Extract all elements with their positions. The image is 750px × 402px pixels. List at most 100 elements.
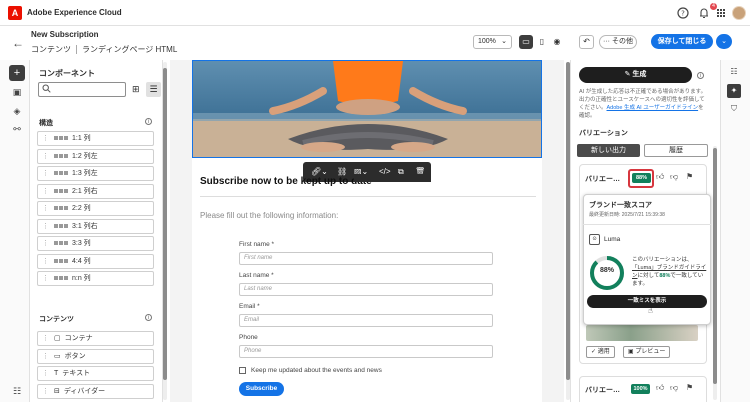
svg-text:?: ? (681, 10, 685, 18)
content-item[interactable]: ⋮ ▢ コンテナ (37, 331, 154, 346)
drag-handle-icon[interactable]: ⋮ (42, 170, 49, 177)
layers-icon[interactable]: ◈ (9, 103, 25, 119)
thumbs-up-icon[interactable]: 👍︎ (656, 172, 664, 182)
structure-item[interactable]: ⋮ n:n 列 (37, 271, 154, 286)
breadcrumb-content[interactable]: コンテンツ (31, 45, 71, 54)
preview-eye-icon[interactable]: ◉ (550, 35, 564, 49)
breadcrumb-landing-page[interactable]: ランディングページ HTML (82, 45, 177, 54)
structure-item[interactable]: ⋮ 3:3 列 (37, 236, 154, 251)
newsletter-checkbox[interactable] (239, 367, 246, 374)
hand-cursor-icon: ☝︎ (648, 306, 653, 315)
flag-icon[interactable]: ⚑ (686, 172, 693, 181)
save-and-close-button[interactable]: 保存して閉じる (651, 34, 713, 49)
tab-history[interactable]: 履歴 (644, 144, 708, 157)
tab-new-output[interactable]: 新しい出力 (577, 144, 640, 157)
drag-handle-icon[interactable]: ⋮ (42, 275, 49, 282)
mobile-view-button[interactable]: ▯ (535, 35, 549, 49)
settings-sliders-icon[interactable]: ☷ (9, 383, 25, 399)
content-item-label: コンテナ (64, 335, 93, 342)
unlink-icon[interactable]: ⛓ (337, 167, 347, 176)
zoom-select[interactable]: 100% ⌄ (473, 35, 512, 49)
drag-handle-icon[interactable]: ⋮ (42, 135, 49, 142)
column-layout-icon (54, 223, 69, 228)
form-input[interactable]: Last name (239, 283, 493, 296)
content-item[interactable]: ⋮ T テキスト (37, 366, 154, 381)
thumbs-up-icon[interactable]: 👍︎ (656, 383, 664, 393)
structure-item[interactable]: ⋮ 2:2 列 (37, 201, 154, 216)
drag-handle-icon[interactable]: ⋮ (42, 388, 49, 395)
structure-item-label: 2:2 列 (72, 205, 91, 212)
grid-view-icon[interactable]: ⊞ (132, 84, 140, 95)
save-options-chevron-icon[interactable]: ⌄ (716, 34, 732, 49)
drag-handle-icon[interactable]: ⋮ (42, 258, 49, 265)
app-grid-icon[interactable] (714, 6, 728, 20)
structure-item[interactable]: ⋮ 1:2 列左 (37, 148, 154, 164)
apply-button[interactable]: ✓ 適用 (586, 346, 615, 358)
info-icon[interactable]: i (145, 314, 152, 321)
brand-shield-icon[interactable]: ⛉ (727, 102, 741, 116)
column-layout-icon (54, 171, 69, 176)
structure-item[interactable]: ⋮ 4:4 列 (37, 253, 154, 269)
column-layout-icon (54, 258, 69, 263)
structure-item[interactable]: ⋮ 3:1 列右 (37, 218, 154, 234)
structure-item[interactable]: ⋮ 2:1 列右 (37, 183, 154, 199)
drag-handle-icon[interactable]: ⋮ (42, 335, 49, 342)
drag-handle-icon[interactable]: ⋮ (42, 240, 49, 247)
right-scrollbar-thumb[interactable] (713, 148, 717, 384)
variation-preview-image[interactable] (586, 325, 698, 341)
info-icon[interactable]: i (145, 118, 152, 125)
app-title[interactable]: Adobe Experience Cloud (27, 8, 122, 17)
user-avatar[interactable] (732, 6, 746, 20)
drag-handle-icon[interactable]: ⋮ (42, 153, 49, 160)
left-scrollbar-thumb[interactable] (163, 68, 167, 380)
drag-handle-icon[interactable]: ⋮ (42, 205, 49, 212)
content-item-label: ディバイダー (63, 387, 106, 395)
form-input[interactable]: First name (239, 252, 493, 265)
score-ring-label: 88% (599, 267, 614, 274)
brand-score-badge[interactable]: 100% (631, 384, 650, 394)
score-description: このバリエーションは、「Luma」ブランドガイドラインに対して88%で一致してい… (632, 257, 707, 287)
drag-handle-icon[interactable]: ⋮ (42, 353, 49, 360)
guidelines-link[interactable]: Adobe 生成 AI ユーザーガイドライン (607, 105, 699, 111)
form-input[interactable]: Email (239, 314, 493, 327)
structure-item[interactable]: ⋮ 1:3 列左 (37, 166, 154, 181)
link-icon[interactable]: ⚯ (9, 121, 25, 137)
flag-icon[interactable]: ⚑ (686, 383, 693, 392)
ai-assistant-icon[interactable]: ✦ (727, 84, 741, 98)
arrow-left-icon[interactable]: ← (12, 36, 24, 50)
properties-icon[interactable]: ☷ (727, 65, 741, 79)
drag-handle-icon[interactable]: ⋮ (42, 223, 49, 230)
more-button[interactable]: ··· その他 (599, 35, 637, 49)
thumbs-down-icon[interactable]: 👎︎ (670, 172, 678, 182)
brand-score-badge[interactable]: 88% (632, 173, 651, 183)
form-input[interactable]: Phone (239, 345, 493, 358)
text-icon: T (54, 370, 59, 377)
drag-handle-icon[interactable]: ⋮ (42, 370, 49, 377)
assets-icon[interactable]: ▣ (9, 84, 25, 100)
hero-image[interactable] (192, 60, 542, 158)
link-icon[interactable]: 🔗︎⌄ (311, 167, 328, 176)
ai-disclaimer: AI が生成した応答は不正確である場合があります。出力の正確性とユースケースへの… (579, 89, 707, 119)
info-icon[interactable]: i (697, 72, 704, 79)
email-heading[interactable]: Subscribe now to be kept up to date (200, 176, 372, 187)
desktop-view-button[interactable]: ▭ (519, 35, 533, 49)
thumbs-down-icon[interactable]: 👎︎ (670, 383, 678, 393)
subscribe-button[interactable]: Subscribe (239, 382, 284, 396)
generate-button[interactable]: ✎ 生成 (579, 67, 692, 83)
show-mismatch-button[interactable]: 一致ミスを表示 (587, 295, 707, 308)
add-icon[interactable]: + (9, 65, 25, 81)
search-input[interactable] (38, 82, 126, 97)
adobe-logo-icon[interactable]: A (8, 6, 22, 20)
bell-icon[interactable] (697, 6, 711, 20)
form-intro-text[interactable]: Please fill out the following informatio… (200, 211, 338, 220)
list-view-icon[interactable]: ☰ (146, 82, 161, 97)
preview-button[interactable]: ▣ プレビュー (623, 346, 671, 358)
structure-item[interactable]: ⋮ 1:1 列 (37, 131, 154, 146)
content-item[interactable]: ⋮ ▭ ボタン (37, 348, 154, 364)
field-label: First name * (239, 241, 275, 248)
undo-icon[interactable]: ↶ (579, 35, 594, 49)
drag-handle-icon[interactable]: ⋮ (42, 188, 49, 195)
help-icon[interactable]: ? (676, 6, 690, 20)
content-item-label: テキスト (62, 370, 91, 377)
content-item[interactable]: ⋮ ⊟ ディバイダー (37, 383, 154, 399)
